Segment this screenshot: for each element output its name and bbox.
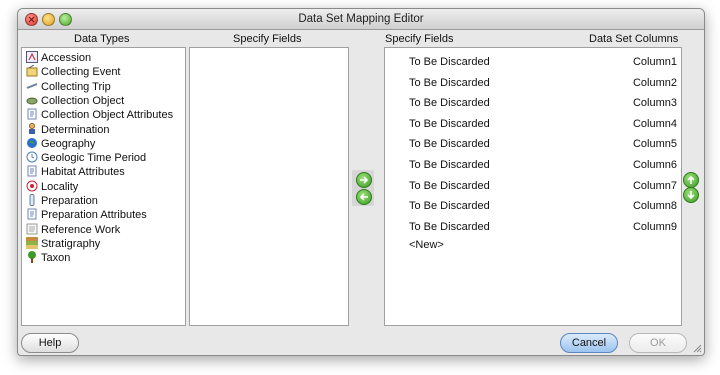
data-type-label: Taxon [41,252,71,265]
mapping-field[interactable]: To Be Discarded [409,116,490,132]
move-down-button[interactable] [683,187,699,203]
collecting-event-icon [26,64,39,77]
data-type-label: Collection Object [41,94,125,107]
mapping-field[interactable]: To Be Discarded [409,198,490,214]
mapping-field[interactable]: To Be Discarded [409,136,490,152]
data-type-item[interactable]: Preparation [26,194,98,208]
mapping-field[interactable]: To Be Discarded [409,75,490,91]
determination-icon [26,122,39,135]
data-type-label: Stratigraphy [41,237,101,250]
move-up-button[interactable] [683,172,699,188]
cancel-button[interactable]: Cancel [560,333,618,353]
arrow-down-icon [687,191,695,200]
data-type-item[interactable]: Habitat Attributes [26,165,125,179]
data-type-label: Collecting Trip [41,80,111,93]
attributes-icon [26,208,39,220]
data-type-label: Preparation [41,195,98,207]
preparation-icon [26,194,39,206]
resize-grip-icon[interactable] [692,343,702,353]
data-types-header: Data Types [74,33,130,45]
mapping-field[interactable]: To Be Discarded [409,178,490,194]
add-mapping-button[interactable] [356,172,372,188]
data-type-item[interactable]: Geography [26,137,95,151]
geologic-time-icon [26,151,39,163]
data-type-item[interactable]: Taxon [26,251,70,265]
mapping-column[interactable]: Column8 [633,198,677,214]
data-type-label: Geologic Time Period [41,152,147,165]
remove-mapping-button[interactable] [356,189,372,205]
data-set-columns-header: Data Set Columns [589,33,679,45]
data-type-label: Locality [41,180,79,193]
mapping-column[interactable]: Column2 [633,75,677,91]
data-types-list[interactable]: Accession Collecting Event Collecting Trip… [21,47,186,326]
mappings-list[interactable]: To Be Discarded Column1 To Be Discarded Col… [384,47,682,326]
collecting-trip-icon [26,80,39,92]
collection-object-icon [26,94,39,106]
data-type-item[interactable]: Collecting Trip [26,80,111,94]
data-type-label: Determination [41,123,110,136]
data-type-label: Accession [41,52,92,64]
move-arrows-group [352,170,374,206]
data-type-item[interactable]: Collection Object [26,94,124,108]
data-type-item[interactable]: Preparation Attributes [26,208,147,222]
arrow-right-icon [360,176,369,184]
mapping-column[interactable]: Column4 [633,116,677,132]
reference-work-icon [26,223,39,235]
specify-fields-right-header: Specify Fields [385,33,454,45]
data-type-label: Habitat Attributes [41,166,125,179]
mapping-field[interactable]: To Be Discarded [409,54,490,70]
data-type-item[interactable]: Collection Object Attributes [26,108,173,122]
data-type-item[interactable]: Determination [26,122,110,137]
specify-fields-list[interactable] [189,47,349,326]
data-type-item[interactable]: Stratigraphy [26,236,101,251]
mapping-field[interactable]: To Be Discarded [409,95,490,111]
data-type-item[interactable]: Collecting Event [26,64,121,79]
specify-fields-left-header: Specify Fields [233,33,302,45]
arrow-up-icon [687,175,695,184]
attributes-icon [26,108,39,120]
mapping-field[interactable]: To Be Discarded [409,219,490,235]
mapping-column[interactable]: Column6 [633,157,677,173]
data-type-item[interactable]: Reference Work [26,223,120,237]
data-type-item[interactable]: Locality [26,180,78,194]
new-mapping-item[interactable]: <New> [409,237,444,253]
title-bar[interactable]: Data Set Mapping Editor [18,9,704,30]
help-button[interactable]: Help [21,333,79,353]
ok-button[interactable]: OK [629,333,687,353]
window-title: Data Set Mapping Editor [298,13,424,25]
mapping-column[interactable]: Column1 [633,54,677,70]
data-type-label: Reference Work [41,223,121,236]
mapping-editor-window: Data Set Mapping Editor Data Types Speci… [17,8,705,356]
data-type-label: Geography [41,137,96,150]
locality-icon [26,180,39,192]
data-type-label: Collecting Event [41,66,121,79]
mapping-column[interactable]: Column3 [633,95,677,111]
data-type-item[interactable]: Accession [26,51,91,65]
mapping-field[interactable]: To Be Discarded [409,157,490,173]
geography-icon [26,137,39,149]
data-type-label: Preparation Attributes [41,209,147,222]
accession-icon [26,51,39,63]
mapping-column[interactable]: Column9 [633,219,677,235]
data-type-item[interactable]: Geologic Time Period [26,151,146,165]
arrow-left-icon [359,193,368,201]
stratigraphy-icon [26,236,39,249]
mapping-column[interactable]: Column7 [633,178,677,194]
taxon-icon [26,251,39,264]
data-type-label: Collection Object Attributes [41,109,174,122]
mapping-column[interactable]: Column5 [633,136,677,152]
attributes-icon [26,165,39,177]
